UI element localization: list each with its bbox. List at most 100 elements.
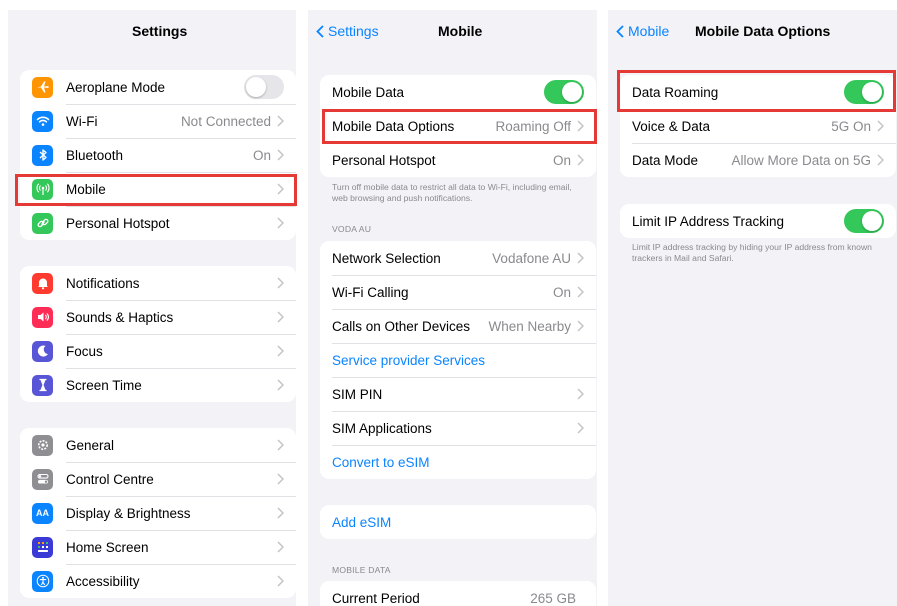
accessibility-icon — [32, 570, 53, 592]
limit-ip-tracking-row[interactable]: Limit IP Address Tracking — [620, 204, 896, 238]
row-label: Data Roaming — [632, 84, 719, 100]
settings-row-home-screen[interactable]: Home Screen — [20, 530, 296, 564]
mobile-data-group: Mobile Data Mobile Data Options Roaming … — [320, 75, 596, 177]
back-label: Mobile — [628, 23, 670, 39]
wifi-status: Not Connected — [180, 113, 271, 129]
chevron-left-icon — [616, 24, 624, 38]
aeroplane-mode-toggle[interactable] — [244, 75, 284, 99]
convert-to-esim-link[interactable]: Convert to eSIM — [320, 445, 596, 479]
row-label: Home Screen — [66, 539, 149, 555]
page-title: Mobile — [438, 23, 483, 39]
row-label: Control Centre — [66, 471, 154, 487]
settings-row-mobile[interactable]: Mobile — [20, 172, 296, 206]
grid-icon — [32, 536, 53, 558]
ip-tracking-group: Limit IP Address Tracking — [620, 204, 896, 238]
network-selection-row[interactable]: Network Selection Vodafone AU — [320, 241, 596, 275]
back-button[interactable]: Settings — [316, 23, 379, 39]
settings-row-display-brightness[interactable]: AA Display & Brightness — [20, 496, 296, 530]
voice-data-value: 5G On — [831, 118, 871, 134]
sim-pin-row[interactable]: SIM PIN — [320, 377, 596, 411]
row-label: SIM PIN — [332, 386, 383, 402]
settings-row-personal-hotspot[interactable]: Personal Hotspot — [20, 206, 296, 240]
voice-data-row[interactable]: Voice & Data 5G On — [620, 109, 896, 143]
settings-group-general: General Control Centre AA Display & Brig… — [20, 428, 296, 598]
chevron-right-icon — [577, 120, 584, 132]
chevron-right-icon — [277, 507, 284, 519]
settings-row-sounds-haptics[interactable]: Sounds & Haptics — [20, 300, 296, 334]
data-roaming-toggle[interactable] — [844, 80, 884, 104]
display-icon: AA — [32, 502, 53, 524]
data-mode-value: Allow More Data on 5G — [731, 152, 871, 168]
limit-ip-tracking-toggle[interactable] — [844, 209, 884, 233]
row-label: Current Period — [332, 590, 420, 606]
mobile-data-row[interactable]: Mobile Data — [320, 75, 596, 109]
chevron-right-icon — [277, 473, 284, 485]
row-label: Personal Hotspot — [66, 215, 170, 231]
chevron-right-icon — [277, 277, 284, 289]
page-title: Mobile Data Options — [695, 23, 831, 39]
back-button[interactable]: Mobile — [616, 23, 669, 39]
chevron-right-icon — [577, 154, 584, 166]
personal-hotspot-row[interactable]: Personal Hotspot On — [320, 143, 596, 177]
settings-row-wifi[interactable]: Wi-Fi Not Connected — [20, 104, 296, 138]
chevron-right-icon — [877, 154, 884, 166]
network-value: Vodafone AU — [492, 250, 571, 266]
mobile-data-options-nav-bar: Mobile Mobile Data Options — [608, 10, 897, 55]
mobile-data-options-row[interactable]: Mobile Data Options Roaming Off — [320, 109, 596, 143]
row-label: Notifications — [66, 275, 140, 291]
chevron-right-icon — [577, 422, 584, 434]
speaker-icon — [32, 306, 53, 328]
bell-icon — [32, 272, 53, 294]
row-label: General — [66, 437, 115, 453]
service-provider-services-link[interactable]: Service provider Services — [320, 343, 596, 377]
chevron-right-icon — [277, 183, 284, 195]
chevron-right-icon — [277, 345, 284, 357]
chevron-right-icon — [877, 120, 884, 132]
settings-row-notifications[interactable]: Notifications — [20, 266, 296, 300]
carrier-group: Network Selection Vodafone AU Wi-Fi Call… — [320, 241, 596, 479]
row-label: Limit IP Address Tracking — [632, 213, 785, 229]
settings-row-general[interactable]: General — [20, 428, 296, 462]
settings-group-connectivity: Aeroplane Mode Wi-Fi Not Connected Bluet… — [20, 70, 296, 240]
calls-other-devices-row[interactable]: Calls on Other Devices When Nearby — [320, 309, 596, 343]
settings-nav-bar: Settings — [8, 10, 296, 55]
settings-group-notifications: Notifications Sounds & Haptics Focus Scr… — [20, 266, 296, 402]
row-label: Personal Hotspot — [332, 152, 436, 168]
mobile-data-footnote: Turn off mobile data to restrict all dat… — [332, 182, 572, 203]
chevron-right-icon — [277, 541, 284, 553]
roaming-group: Data Roaming Voice & Data 5G On Data Mod… — [620, 75, 896, 177]
data-mode-row[interactable]: Data Mode Allow More Data on 5G — [620, 143, 896, 177]
settings-row-aeroplane-mode[interactable]: Aeroplane Mode — [20, 70, 296, 104]
chevron-right-icon — [277, 149, 284, 161]
settings-row-focus[interactable]: Focus — [20, 334, 296, 368]
sim-applications-row[interactable]: SIM Applications — [320, 411, 596, 445]
row-label: Bluetooth — [66, 147, 124, 163]
row-label: Aeroplane Mode — [66, 79, 166, 95]
chevron-right-icon — [577, 320, 584, 332]
antenna-icon — [32, 178, 53, 200]
row-label: Service provider Services — [332, 352, 486, 368]
add-esim-group: Add eSIM — [320, 505, 596, 539]
chevron-right-icon — [277, 379, 284, 391]
airplane-icon — [32, 76, 53, 98]
settings-row-control-centre[interactable]: Control Centre — [20, 462, 296, 496]
add-esim-link[interactable]: Add eSIM — [320, 505, 596, 539]
chevron-right-icon — [277, 311, 284, 323]
settings-row-bluetooth[interactable]: Bluetooth On — [20, 138, 296, 172]
data-roaming-row[interactable]: Data Roaming — [620, 75, 896, 109]
row-label: Wi-Fi Calling — [332, 284, 409, 300]
calls-other-devices-value: When Nearby — [488, 318, 571, 334]
ip-tracking-footnote: Limit IP address tracking by hiding your… — [632, 242, 872, 263]
row-label: Mobile Data — [332, 84, 405, 100]
row-label: Sounds & Haptics — [66, 309, 174, 325]
settings-panel: Settings Aeroplane Mode Wi-Fi Not Connec… — [8, 10, 296, 606]
settings-row-screen-time[interactable]: Screen Time — [20, 368, 296, 402]
row-label: Screen Time — [66, 377, 142, 393]
bluetooth-status: On — [252, 147, 271, 163]
wifi-calling-row[interactable]: Wi-Fi Calling On — [320, 275, 596, 309]
row-label: Mobile Data Options — [332, 118, 455, 134]
bluetooth-icon — [32, 144, 53, 166]
mobile-data-toggle[interactable] — [544, 80, 584, 104]
settings-row-accessibility[interactable]: Accessibility — [20, 564, 296, 598]
roaming-status: Roaming Off — [495, 118, 571, 134]
